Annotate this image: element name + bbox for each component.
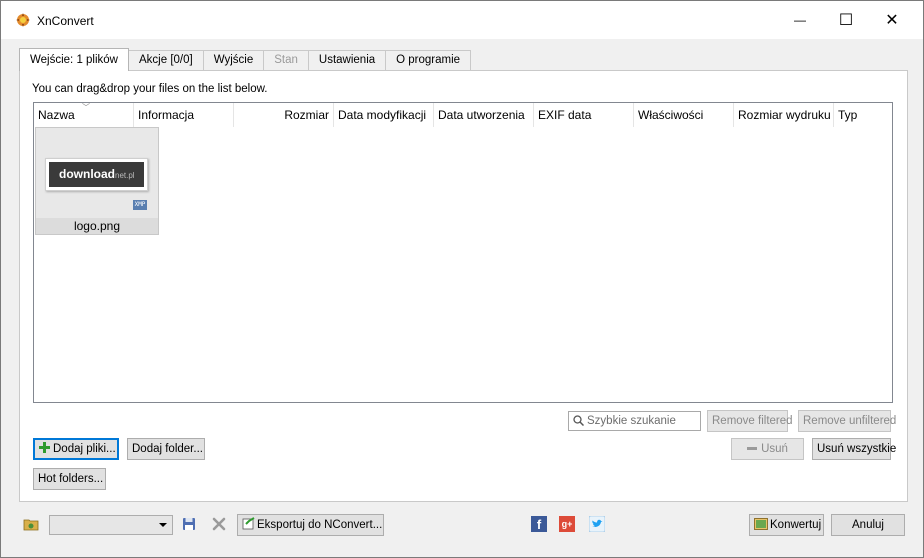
preset-dropdown[interactable] <box>49 515 173 535</box>
convert-icon <box>754 518 768 530</box>
export-icon <box>242 517 255 530</box>
column-header-print-size[interactable]: Rozmiar wydruku <box>734 103 834 127</box>
tab-about[interactable]: O programie <box>385 50 472 71</box>
hot-folders-button[interactable]: Hot folders... <box>33 468 106 490</box>
add-files-button[interactable]: Dodaj pliki... <box>33 438 119 460</box>
column-header-size[interactable]: Rozmiar <box>234 103 334 127</box>
window-title: XnConvert <box>37 14 94 28</box>
maximize-icon: ☐ <box>838 12 854 29</box>
sort-indicator-icon: ﹀ <box>82 103 90 112</box>
facebook-icon[interactable]: f <box>531 516 547 532</box>
thumbnail-logo-text: download <box>59 167 115 181</box>
add-folder-button[interactable]: Dodaj folder... <box>127 438 205 460</box>
convert-button[interactable]: Konwertuj <box>749 514 824 536</box>
thumbnail-image: downloadnet.pl <box>45 158 148 191</box>
tab-settings[interactable]: Ustawienia <box>307 50 387 71</box>
tab-status[interactable]: Stan <box>263 50 309 71</box>
file-name-label: logo.png <box>36 218 158 234</box>
column-header-info[interactable]: Informacja <box>134 103 234 127</box>
remove-filtered-button[interactable]: Remove filtered <box>707 410 793 432</box>
tab-actions[interactable]: Akcje [0/0] <box>128 50 204 71</box>
search-placeholder: Szybkie szukanie <box>587 415 676 427</box>
close-button[interactable]: ✕ <box>869 1 915 39</box>
column-header-created[interactable]: Data utworzenia <box>434 103 534 127</box>
minimize-button[interactable]: — <box>777 1 823 39</box>
remove-unfiltered-button[interactable]: Remove unfiltered <box>798 410 896 432</box>
column-header-modified[interactable]: Data modyfikacji <box>334 103 434 127</box>
thumbnail-logo-suffix: net.pl <box>115 171 135 180</box>
twitter-icon[interactable] <box>589 516 605 532</box>
google-plus-icon[interactable]: g+ <box>559 516 575 532</box>
save-icon[interactable] <box>181 516 197 532</box>
search-icon <box>573 415 584 426</box>
export-nconvert-button[interactable]: Eksportuj do NConvert... <box>237 514 384 536</box>
file-list[interactable]: ﹀ Nazwa Informacja Rozmiar Data modyfika… <box>33 102 893 403</box>
close-icon: ✕ <box>885 12 899 29</box>
drag-drop-hint: You can drag&drop your files on the list… <box>32 83 268 95</box>
quick-search-input[interactable]: Szybkie szukanie <box>568 411 701 431</box>
tab-output[interactable]: Wyjście <box>202 50 265 71</box>
file-list-header: ﹀ Nazwa Informacja Rozmiar Data modyfika… <box>34 103 892 127</box>
maximize-button[interactable]: ☐ <box>823 1 869 39</box>
remove-button[interactable]: Usuń <box>731 438 804 460</box>
minimize-icon: — <box>794 13 806 27</box>
delete-icon[interactable] <box>211 516 227 532</box>
xnconvert-window: XnConvert — ☐ ✕ Wejście: 1 plików Akcje … <box>0 0 924 558</box>
title-bar: XnConvert — ☐ ✕ <box>1 1 923 39</box>
open-folder-icon[interactable] <box>23 516 39 532</box>
xnconvert-app-icon <box>16 13 30 27</box>
cancel-button[interactable]: Anuluj <box>831 514 905 536</box>
tab-input[interactable]: Wejście: 1 plików <box>19 48 129 71</box>
remove-all-button[interactable]: Usuń wszystkie <box>812 438 896 460</box>
remove-icon <box>747 447 758 451</box>
column-header-properties[interactable]: Właściwości <box>634 103 734 127</box>
input-tab-panel: You can drag&drop your files on the list… <box>19 70 908 502</box>
add-icon <box>39 442 50 453</box>
xmp-badge-icon: XMP <box>133 200 147 210</box>
main-tabs: Wejście: 1 plików Akcje [0/0] Wyjście St… <box>19 48 472 71</box>
column-header-name[interactable]: ﹀ Nazwa <box>34 103 134 127</box>
column-header-exif[interactable]: EXIF data <box>534 103 634 127</box>
chevron-down-icon <box>159 523 167 527</box>
file-thumbnail-item[interactable]: downloadnet.pl XMP logo.png <box>35 127 159 235</box>
column-header-type[interactable]: Typ <box>834 103 892 127</box>
